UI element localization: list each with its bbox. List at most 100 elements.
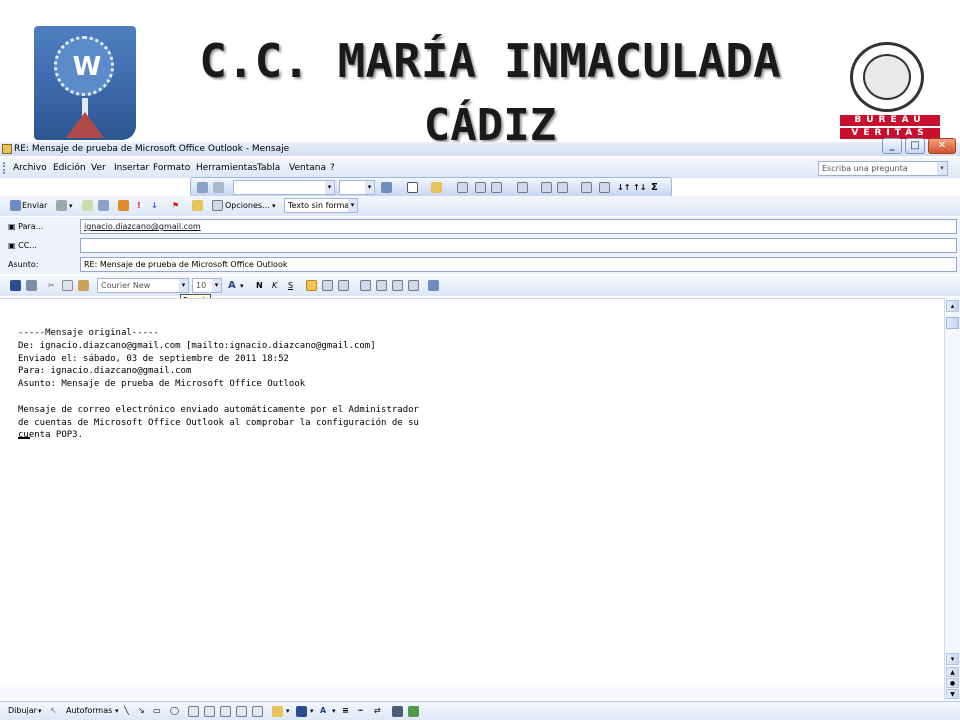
menu-ver[interactable]: Ver [91,158,106,178]
draw-font-color-dropdown-icon[interactable]: ▾ [332,702,336,720]
select-objects-icon[interactable]: ↖ [50,702,57,720]
ask-question-input[interactable]: Escriba una pregunta ▾ [818,161,948,176]
menu-insertar[interactable]: Insertar [114,158,149,178]
sort-ascending-icon[interactable]: ↓↑ [617,178,630,198]
rectangle-icon[interactable]: ▭ [153,702,161,720]
autoformat-table-icon[interactable] [581,182,592,193]
styles-icon[interactable] [428,280,439,291]
font-select[interactable]: Courier New ▾ [97,278,189,293]
to-field[interactable]: ignacio.diazcano@gmail.com [80,219,957,234]
restore-icon[interactable]: □ [905,138,925,154]
italic-button[interactable]: K [272,276,277,296]
fill-color-dropdown-icon[interactable]: ▾ [286,702,290,720]
menu-help[interactable]: ? [330,158,335,178]
scroll-thumb[interactable] [946,317,959,329]
eraser-icon[interactable] [213,182,224,193]
wordart-icon[interactable] [204,706,215,717]
next-page-icon[interactable]: ▼ [946,689,959,699]
3d-style-icon[interactable] [408,706,419,717]
border-color-icon[interactable] [381,182,392,193]
split-cells-icon[interactable] [491,182,502,193]
vertical-scrollbar[interactable]: ▴ ▾ ▲ ● ▼ [944,298,960,701]
save-icon[interactable] [10,280,21,291]
align-right-icon[interactable] [338,280,349,291]
to-button[interactable]: ▣ Para... [8,217,43,236]
borders-icon[interactable] [407,182,418,193]
line-style-select[interactable]: ▾ [233,180,335,195]
attach-dropdown-icon[interactable]: ▾ [69,196,73,216]
align-center-icon[interactable] [322,280,333,291]
line-color-dropdown-icon[interactable]: ▾ [310,702,314,720]
font-color-icon[interactable]: A [228,276,236,296]
menu-edicion[interactable]: Edición [53,158,86,178]
draw-menu-button[interactable]: Dibujar [8,702,37,720]
draw-dropdown-icon[interactable]: ▾ [38,702,42,720]
arrow-icon[interactable]: ↘ [138,702,145,720]
align-cell-icon[interactable] [517,182,528,193]
shading-icon[interactable] [431,182,442,193]
align-left-icon[interactable] [306,280,317,291]
line-weight-select[interactable]: ▾ [339,180,375,195]
distribute-columns-icon[interactable] [557,182,568,193]
font-size-select[interactable]: 10 ▾ [192,278,222,293]
minimize-icon[interactable]: _ [882,138,902,154]
shadow-style-icon[interactable] [392,706,403,717]
insert-table-icon[interactable] [457,182,468,193]
paste-icon[interactable] [78,280,89,291]
dash-style-icon[interactable]: ┅ [358,702,363,720]
distribute-rows-icon[interactable] [541,182,552,193]
sort-descending-icon[interactable]: ↑↓ [633,178,646,198]
menu-formato[interactable]: Formato [153,158,190,178]
underline-button[interactable]: S [288,276,293,296]
previous-page-icon[interactable]: ▲ [946,667,959,677]
scroll-up-icon[interactable]: ▴ [946,300,959,312]
bold-button[interactable]: N [256,276,263,296]
chevron-down-icon[interactable]: ▾ [937,162,947,175]
signature-icon[interactable] [118,200,129,211]
print-icon[interactable] [26,280,37,291]
decrease-indent-icon[interactable] [392,280,403,291]
attach-icon[interactable] [56,200,67,211]
importance-high-icon[interactable]: ! [137,196,141,216]
menu-tabla[interactable]: Tabla [257,158,280,178]
draw-table-icon[interactable] [197,182,208,193]
line-style-icon[interactable]: ≡ [342,702,349,720]
bullets-icon[interactable] [376,280,387,291]
merge-cells-icon[interactable] [475,182,486,193]
line-color-icon[interactable] [296,706,307,717]
message-body[interactable]: -----Mensaje original----- De: ignacio.di… [0,298,944,687]
text-direction-icon[interactable] [599,182,610,193]
clip-art-icon[interactable] [236,706,247,717]
picture-icon[interactable] [252,706,263,717]
font-color-dropdown-icon[interactable]: ▾ [240,276,244,296]
cc-field[interactable] [80,238,957,253]
cut-icon[interactable]: ✂ [48,276,55,296]
browse-object-icon[interactable]: ● [946,678,959,688]
oval-icon[interactable]: ◯ [170,702,179,720]
message-format-select[interactable]: Texto sin formato ▾ [284,198,358,213]
send-button[interactable]: Enviar [22,196,47,216]
subject-field[interactable]: RE: Mensaje de prueba de Microsoft Offic… [80,257,957,272]
arrow-style-icon[interactable]: ⇄ [374,702,381,720]
autosum-icon[interactable]: Σ [651,178,658,198]
numbering-icon[interactable] [360,280,371,291]
flag-icon[interactable]: ⚑ [172,196,179,216]
menu-herramientas[interactable]: Herramientas [196,158,257,178]
diagram-icon[interactable] [220,706,231,717]
horizontal-scrollbar[interactable] [0,687,944,701]
menu-ventana[interactable]: Ventana [289,158,326,178]
cc-button[interactable]: ▣ CC... [8,236,37,255]
send-icon[interactable] [10,200,21,211]
permission-icon[interactable] [192,200,203,211]
close-icon[interactable]: ✕ [928,138,956,154]
options-button[interactable]: Opciones... [225,196,270,216]
increase-indent-icon[interactable] [408,280,419,291]
importance-low-icon[interactable]: ↓ [151,196,158,216]
address-book-icon[interactable] [82,200,93,211]
scroll-down-icon[interactable]: ▾ [946,653,959,665]
menu-archivo[interactable]: Archivo [13,158,47,178]
autoshapes-dropdown-icon[interactable]: ▾ [115,702,119,720]
copy-icon[interactable] [62,280,73,291]
check-names-icon[interactable] [98,200,109,211]
fill-color-icon[interactable] [272,706,283,717]
